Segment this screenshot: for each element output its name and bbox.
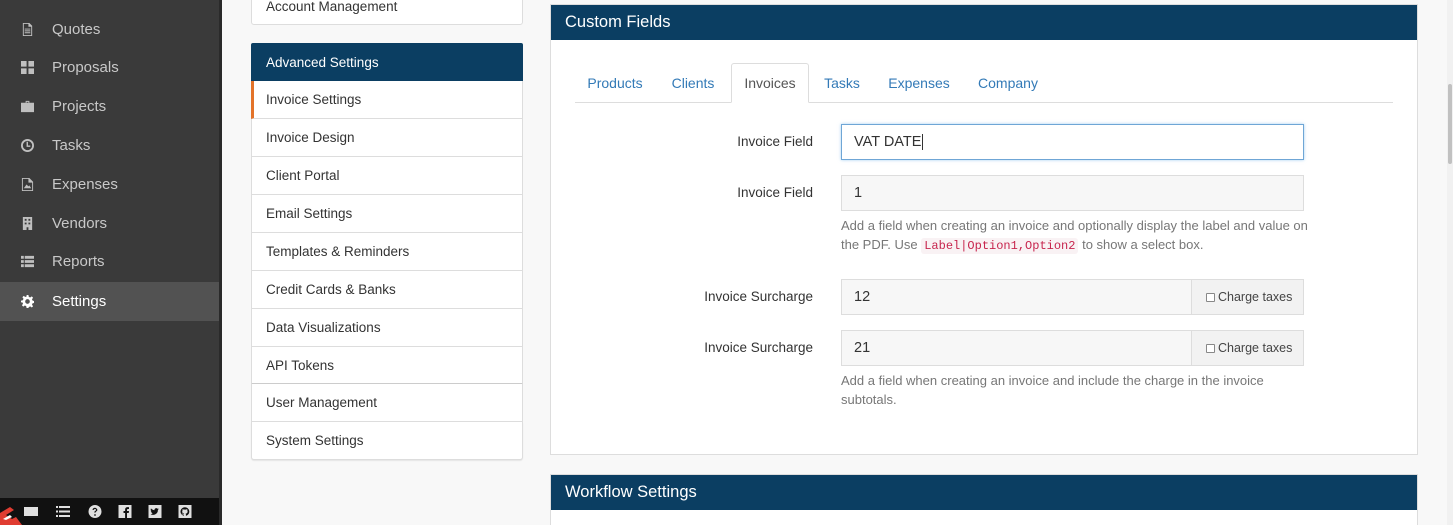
charge-taxes-label: Charge taxes [1218,341,1293,355]
sidebar-item-label: Projects [52,98,107,115]
custom-fields-tabs: Products Clients Invoices Tasks Expenses… [575,63,1393,103]
advanced-settings-header: Advanced Settings [251,43,523,81]
charge-taxes-label: Charge taxes [1218,290,1293,304]
sidebar-item-reports[interactable]: Reports [0,242,219,281]
sidebar-item-label: Quotes [52,21,101,38]
facebook-icon[interactable] [118,505,132,518]
custom-fields-panel: Custom Fields Products Clients Invoices … [550,4,1418,455]
sidebar-item-proposals[interactable]: Proposals [0,48,219,87]
help-icon[interactable] [88,505,102,518]
list-icon [20,255,34,269]
scrollbar-thumb[interactable] [1448,84,1452,164]
sidebar-item-label: Settings [52,293,107,310]
tab-expenses[interactable]: Expenses [875,63,963,103]
clock-icon [20,139,34,153]
invoice-surcharge-input-1[interactable]: 12 [841,279,1192,315]
surcharge-help: Add a field when creating an invoice and… [841,373,1264,407]
help-code: Label|Option1,Option2 [921,238,1079,254]
settings-nav-invoice-design[interactable]: Invoice Design [251,119,523,157]
charge-taxes-addon-1[interactable]: Charge taxes [1192,279,1304,315]
sidebar-item-projects[interactable]: Projects [0,87,219,126]
sidebar-item-label: Reports [52,253,105,270]
sidebar-item-quotes[interactable]: Quotes [0,10,219,49]
invoice-field-help: Add a field when creating an invoice and… [841,216,1311,256]
file-icon [20,23,34,37]
sidebar-item-label: Expenses [52,176,118,193]
tab-products[interactable]: Products [575,63,655,103]
panel-title: Custom Fields [551,5,1417,40]
invoice-field-input-2[interactable]: 1 [841,175,1304,211]
github-icon[interactable] [178,505,192,518]
sidebar-item-label: Vendors [52,215,108,232]
invoice-surcharge-label-1: Invoice Surcharge [704,289,813,304]
settings-nav-data-visualizations[interactable]: Data Visualizations [251,309,523,347]
panel-title: Workflow Settings [551,475,1417,510]
invoice-surcharge-input-2[interactable]: 21 [841,330,1192,366]
sidebar-divider [219,0,222,525]
mail-icon[interactable] [24,505,38,518]
sidebar-item-expenses[interactable]: Expenses [0,165,219,204]
settings-nav-credit-cards-banks[interactable]: Credit Cards & Banks [251,271,523,309]
image-icon [20,178,34,192]
sidebar-item-tasks[interactable]: Tasks [0,126,219,165]
charge-taxes-addon-2[interactable]: Charge taxes [1192,330,1304,366]
text-caret [922,134,924,150]
sidebar-item-label: Proposals [52,59,119,76]
twitter-icon[interactable] [148,505,162,518]
list-icon[interactable] [56,505,70,518]
invoice-surcharge-label-2: Invoice Surcharge [704,340,813,355]
sidebar-footer [0,498,219,525]
invoice-field-label-2: Invoice Field [737,185,813,200]
tab-invoices[interactable]: Invoices [731,63,809,103]
invoice-field-label-1: Invoice Field [737,134,813,149]
invoice-field-input-1[interactable]: VAT DATE [841,124,1304,160]
settings-nav-invoice-settings[interactable]: Invoice Settings [251,81,523,119]
settings-nav-templates-reminders[interactable]: Templates & Reminders [251,233,523,271]
building-icon [20,217,34,231]
sidebar-item-label: Tasks [52,137,91,154]
grid-icon [20,61,34,75]
briefcase-icon [20,100,34,114]
settings-nav-client-portal[interactable]: Client Portal [251,157,523,195]
input-value: VAT DATE [854,134,922,150]
gear-icon [20,295,34,309]
main-sidebar: Quotes Proposals Projects Tasks Expenses… [0,0,219,525]
workflow-settings-panel: Workflow Settings [550,474,1418,525]
settings-nav-user-management[interactable]: User Management [251,384,523,422]
charge-taxes-checkbox[interactable] [1206,343,1215,353]
settings-nav-api-tokens[interactable]: API Tokens [251,347,523,385]
charge-taxes-checkbox[interactable] [1206,292,1215,302]
tab-company[interactable]: Company [965,63,1051,103]
settings-nav-email-settings[interactable]: Email Settings [251,195,523,233]
page-scrollbar[interactable] [1447,0,1453,525]
settings-nav-account-management[interactable]: Account Management [251,0,523,25]
tab-clients[interactable]: Clients [657,63,729,103]
tab-tasks[interactable]: Tasks [811,63,873,103]
sidebar-item-settings[interactable]: Settings [0,282,219,321]
settings-nav-system-settings[interactable]: System Settings [251,422,523,460]
help-text: to show a select box. [1082,237,1204,252]
sidebar-item-vendors[interactable]: Vendors [0,204,219,243]
logo-icon [0,507,22,525]
